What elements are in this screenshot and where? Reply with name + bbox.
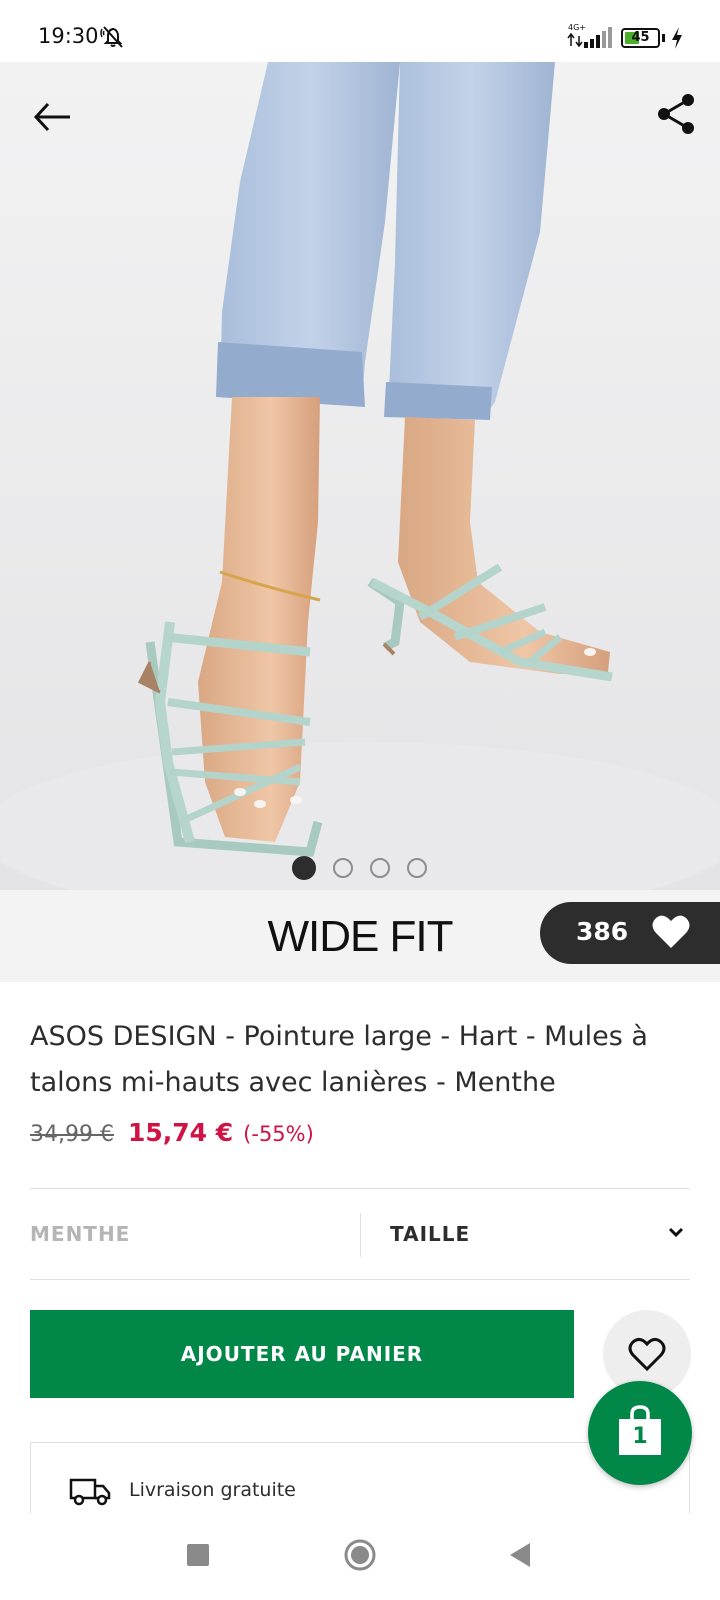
signal-icon	[567, 27, 612, 48]
chevron-down-icon	[668, 1227, 684, 1238]
colour-label: MENTHE	[30, 1222, 131, 1246]
sale-price: 15,74 €	[127, 1118, 234, 1147]
saved-count: 386	[576, 917, 629, 946]
battery-icon: 45	[621, 28, 660, 48]
add-to-bag-button[interactable]: AJOUTER AU PANIER	[30, 1310, 574, 1398]
product-title: ASOS DESIGN - Pointure large - Hart - Mu…	[30, 1021, 648, 1098]
carousel-dot[interactable]	[370, 858, 390, 878]
carousel-dot[interactable]	[292, 856, 316, 880]
bag-floating-button[interactable]: 1	[588, 1381, 692, 1485]
charging-icon	[672, 27, 682, 49]
variant-selector-row: MENTHE TAILLE	[30, 1188, 690, 1280]
back-arrow-icon[interactable]	[28, 92, 78, 142]
recents-button[interactable]	[187, 1544, 209, 1566]
heart-filled-icon	[652, 915, 690, 948]
mute-icon	[100, 26, 123, 48]
status-bar: 19:30 4G+ 45	[0, 0, 720, 62]
carousel-dot[interactable]	[407, 858, 427, 878]
truck-icon	[69, 1478, 111, 1506]
product-image-carousel[interactable]	[0, 62, 720, 890]
battery-level: 45	[631, 30, 650, 45]
bag-count: 1	[632, 1424, 648, 1449]
status-time: 19:30	[38, 24, 99, 48]
share-icon[interactable]	[652, 90, 702, 140]
product-photo	[0, 62, 720, 890]
carousel-indicators	[292, 856, 427, 880]
size-dropdown[interactable]: TAILLE	[360, 1189, 690, 1279]
battery-tip	[662, 34, 665, 42]
home-button[interactable]	[343, 1538, 377, 1572]
back-triangle-icon[interactable]	[508, 1541, 532, 1569]
heart-outline-icon	[628, 1337, 666, 1372]
system-nav-bar	[0, 1514, 720, 1600]
price-row: 34,99 € 15,74 € (-55%)	[30, 1118, 314, 1147]
carousel-dot[interactable]	[333, 858, 353, 878]
discount-percent: (-55%)	[243, 1122, 314, 1146]
size-label: TAILLE	[390, 1222, 471, 1246]
original-price: 34,99 €	[30, 1122, 114, 1147]
fit-banner: WIDE FIT 386	[0, 890, 720, 982]
delivery-label: Livraison gratuite	[129, 1479, 296, 1501]
saved-count-pill[interactable]: 386	[540, 902, 720, 964]
